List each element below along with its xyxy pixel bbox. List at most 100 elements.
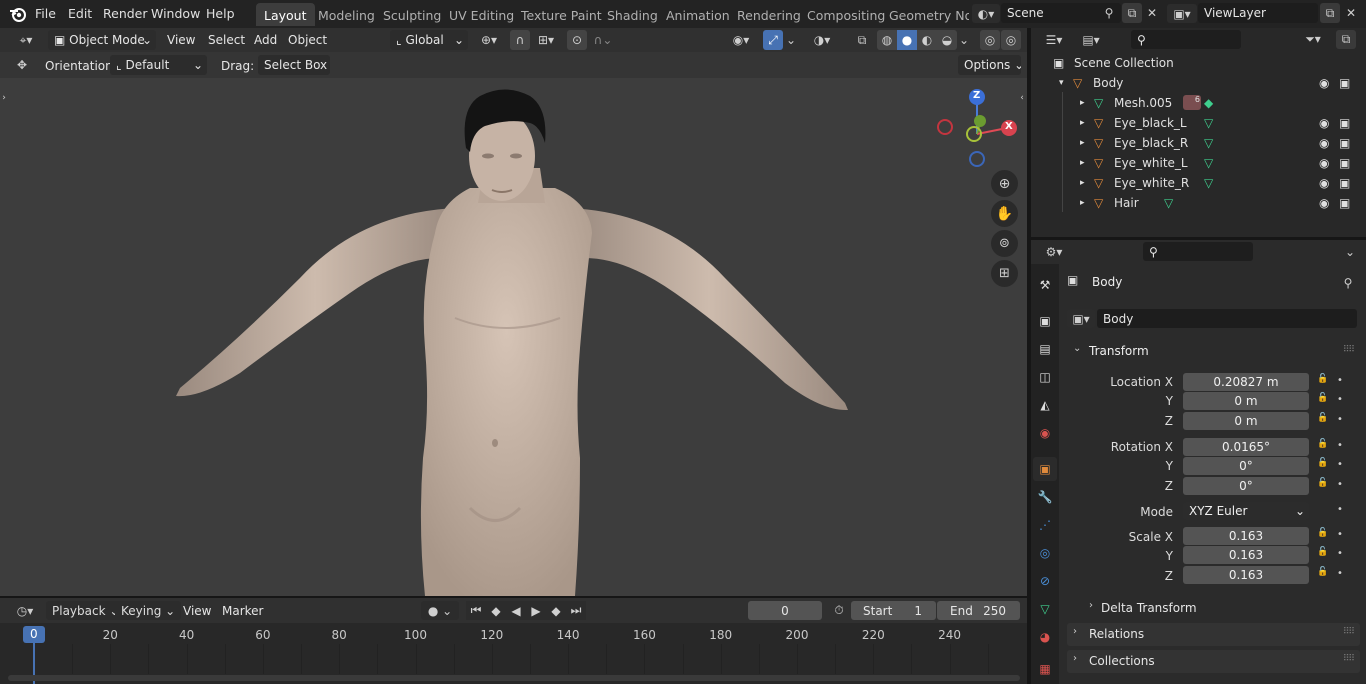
outliner-editor-icon[interactable]: ☰▾ [1039,30,1069,49]
view-layer-field[interactable]: ViewLayer [1198,3,1318,23]
keyframe-dot-icon[interactable]: • [1337,414,1343,425]
menu-add[interactable]: Add [254,33,277,47]
jump-start-icon[interactable]: ⏮ [466,601,486,620]
pin-icon[interactable]: ⚲ [1339,274,1357,292]
outliner-row-eye-black-r[interactable]: ▸ ▽ Eye_black_R ▽ ◉ ▣ [1031,133,1366,153]
tab-sculpting[interactable]: Sculpting [375,3,449,26]
camera-icon[interactable]: ▣ [1339,176,1350,190]
menu-window[interactable]: Window [151,6,200,21]
outliner-row-body[interactable]: ▾ ▽ Body ◉ ▣ [1031,73,1366,93]
rotation-y-field[interactable]: 0° [1183,457,1309,475]
zoom-icon[interactable]: ⊕ [991,170,1018,197]
location-x-field[interactable]: 0.20827 m [1183,373,1309,391]
unlock-icon[interactable]: 🔓 [1317,458,1328,468]
tab-texture-paint[interactable]: Texture Paint [513,3,610,26]
close-viewlayer-icon[interactable]: ✕ [1343,4,1359,22]
mesh-data-icon[interactable]: ▽ [1164,196,1173,210]
collapse-icon[interactable]: ▸ [1080,98,1085,108]
gizmo-icon[interactable]: ◎ [980,30,1000,50]
pan-hand-icon[interactable]: ✋ [991,200,1018,227]
drag-handle-icon[interactable]: ⠿⠿ [1343,627,1355,637]
output-tab-icon[interactable]: ▤ [1035,338,1055,360]
camera-icon[interactable]: ▣ [1339,196,1350,210]
object-browse-icon[interactable]: ▣▾ [1067,309,1095,328]
object-name-field[interactable]: Body [1097,309,1357,328]
display-mode-icon[interactable]: ▤▾ [1076,30,1106,49]
camera-icon[interactable]: ▣ [1339,116,1350,130]
current-frame-field[interactable]: 0 [748,601,822,620]
timer-icon[interactable]: ⏱ [829,601,849,620]
scale-z-field[interactable]: 0.163 [1183,566,1309,584]
next-keyframe-icon[interactable]: ◆ [546,601,566,620]
expand-icon[interactable]: ▾ [1059,78,1064,88]
texture-tab-icon[interactable]: ▦ [1035,658,1055,680]
eye-icon[interactable]: ◉ [1319,196,1329,210]
timeline-scrollbar[interactable] [8,675,1020,681]
eye-icon[interactable]: ◉ [1319,116,1329,130]
overlays-icon[interactable]: ◑▾ [808,30,836,50]
location-y-field[interactable]: 0 m [1183,392,1309,410]
keyframe-dot-icon[interactable]: • [1337,529,1343,540]
options-button[interactable]: Options ⌄ [958,55,1021,75]
3d-viewport[interactable]: ⌖▾ ▣ Object Mode ⌄ View Select Add Object… [0,28,1027,596]
new-viewlayer-icon[interactable]: ⧉ [1320,3,1340,23]
material-tab-icon[interactable]: ◕ [1035,626,1055,648]
tab-uv-editing[interactable]: UV Editing [441,3,522,26]
keyframe-dot-icon[interactable]: • [1337,504,1343,515]
viewlayer-browse-icon[interactable]: ▣▾ [1167,4,1197,23]
scale-y-field[interactable]: 0.163 [1183,546,1309,564]
drag-handle-icon[interactable]: ⠿⠿ [1343,345,1355,355]
timeline[interactable]: ◷▾ Playback ⌄ Keying ⌄ View Marker ● ⌄ ⏮… [0,598,1027,684]
keyframe-dot-icon[interactable]: • [1337,394,1343,405]
collapse-icon[interactable]: ▸ [1080,198,1085,208]
collapse-icon[interactable]: ▸ [1080,118,1085,128]
start-frame-field[interactable]: Start 1 [851,601,936,620]
eye-icon[interactable]: ◉ [1319,176,1329,190]
end-frame-field[interactable]: End 250 [937,601,1020,620]
close-scene-icon[interactable]: ✕ [1144,4,1160,22]
keyframe-dot-icon[interactable]: • [1337,375,1343,386]
pivot-point-icon[interactable]: ⊕▾ [475,30,503,50]
menu-view[interactable]: View [167,33,195,47]
modifier-tab-icon[interactable]: 🔧 [1035,486,1055,508]
object-tab-icon[interactable]: ▣ [1033,457,1057,481]
world-tab-icon[interactable]: ◉ [1035,422,1055,444]
rotation-z-field[interactable]: 0° [1183,477,1309,495]
outliner-search-input[interactable]: ⚲ [1131,30,1241,49]
keyframe-dot-icon[interactable]: • [1337,479,1343,490]
render-tab-icon[interactable]: ▣ [1035,310,1055,332]
keying-menu[interactable]: Keying ⌄ [115,601,182,620]
timeline-view-menu[interactable]: View [183,604,211,618]
collections-panel-header[interactable]: › Collections ⠿⠿ [1067,650,1360,673]
proportional-edit-icon[interactable]: ⊙ [567,30,587,50]
unlock-icon[interactable]: 🔓 [1317,528,1328,538]
outliner-row-hair[interactable]: ▸ ▽ Hair ▽ ◉ ▣ [1031,193,1366,213]
chevron-down-icon[interactable]: ⌄ [957,30,971,50]
chevron-down-icon[interactable]: ⌄ [784,30,798,50]
menu-object[interactable]: Object [288,33,327,47]
overlay-icon[interactable]: ◎ [1001,30,1021,50]
snap-icon[interactable]: ∩ [510,30,530,50]
menu-render[interactable]: Render [103,6,148,21]
jump-end-icon[interactable]: ⏭ [566,601,586,620]
collapse-icon[interactable]: ▸ [1080,158,1085,168]
keyframe-dot-icon[interactable]: • [1337,459,1343,470]
unlock-icon[interactable]: 🔓 [1317,439,1328,449]
outliner-row-eye-white-r[interactable]: ▸ ▽ Eye_white_R ▽ ◉ ▣ [1031,173,1366,193]
mesh-data-icon[interactable]: ▽ [1204,156,1213,170]
filter-icon[interactable]: ⏷▾ [1299,30,1327,49]
gizmo-toggle-icon[interactable]: ⤢ [763,30,783,50]
timeline-editor-icon[interactable]: ◷▾ [10,601,40,620]
relations-panel-header[interactable]: › Relations ⠿⠿ [1067,623,1360,646]
unlock-icon[interactable]: 🔓 [1317,374,1328,384]
unlock-icon[interactable]: 🔓 [1317,547,1328,557]
unlock-icon[interactable]: 🔓 [1317,567,1328,577]
scene-browse-icon[interactable]: ◐▾ [972,4,1000,23]
properties-editor-icon[interactable]: ⚙▾ [1039,242,1069,261]
menu-edit[interactable]: Edit [68,6,92,21]
camera-icon[interactable]: ▣ [1339,156,1350,170]
transform-orientation-select[interactable]: ⌞ Global ⌄ [390,30,468,50]
tab-animation[interactable]: Animation [658,3,738,26]
tool-tab-icon[interactable]: ⚒ [1035,274,1055,296]
play-icon[interactable]: ▶ [526,601,546,620]
